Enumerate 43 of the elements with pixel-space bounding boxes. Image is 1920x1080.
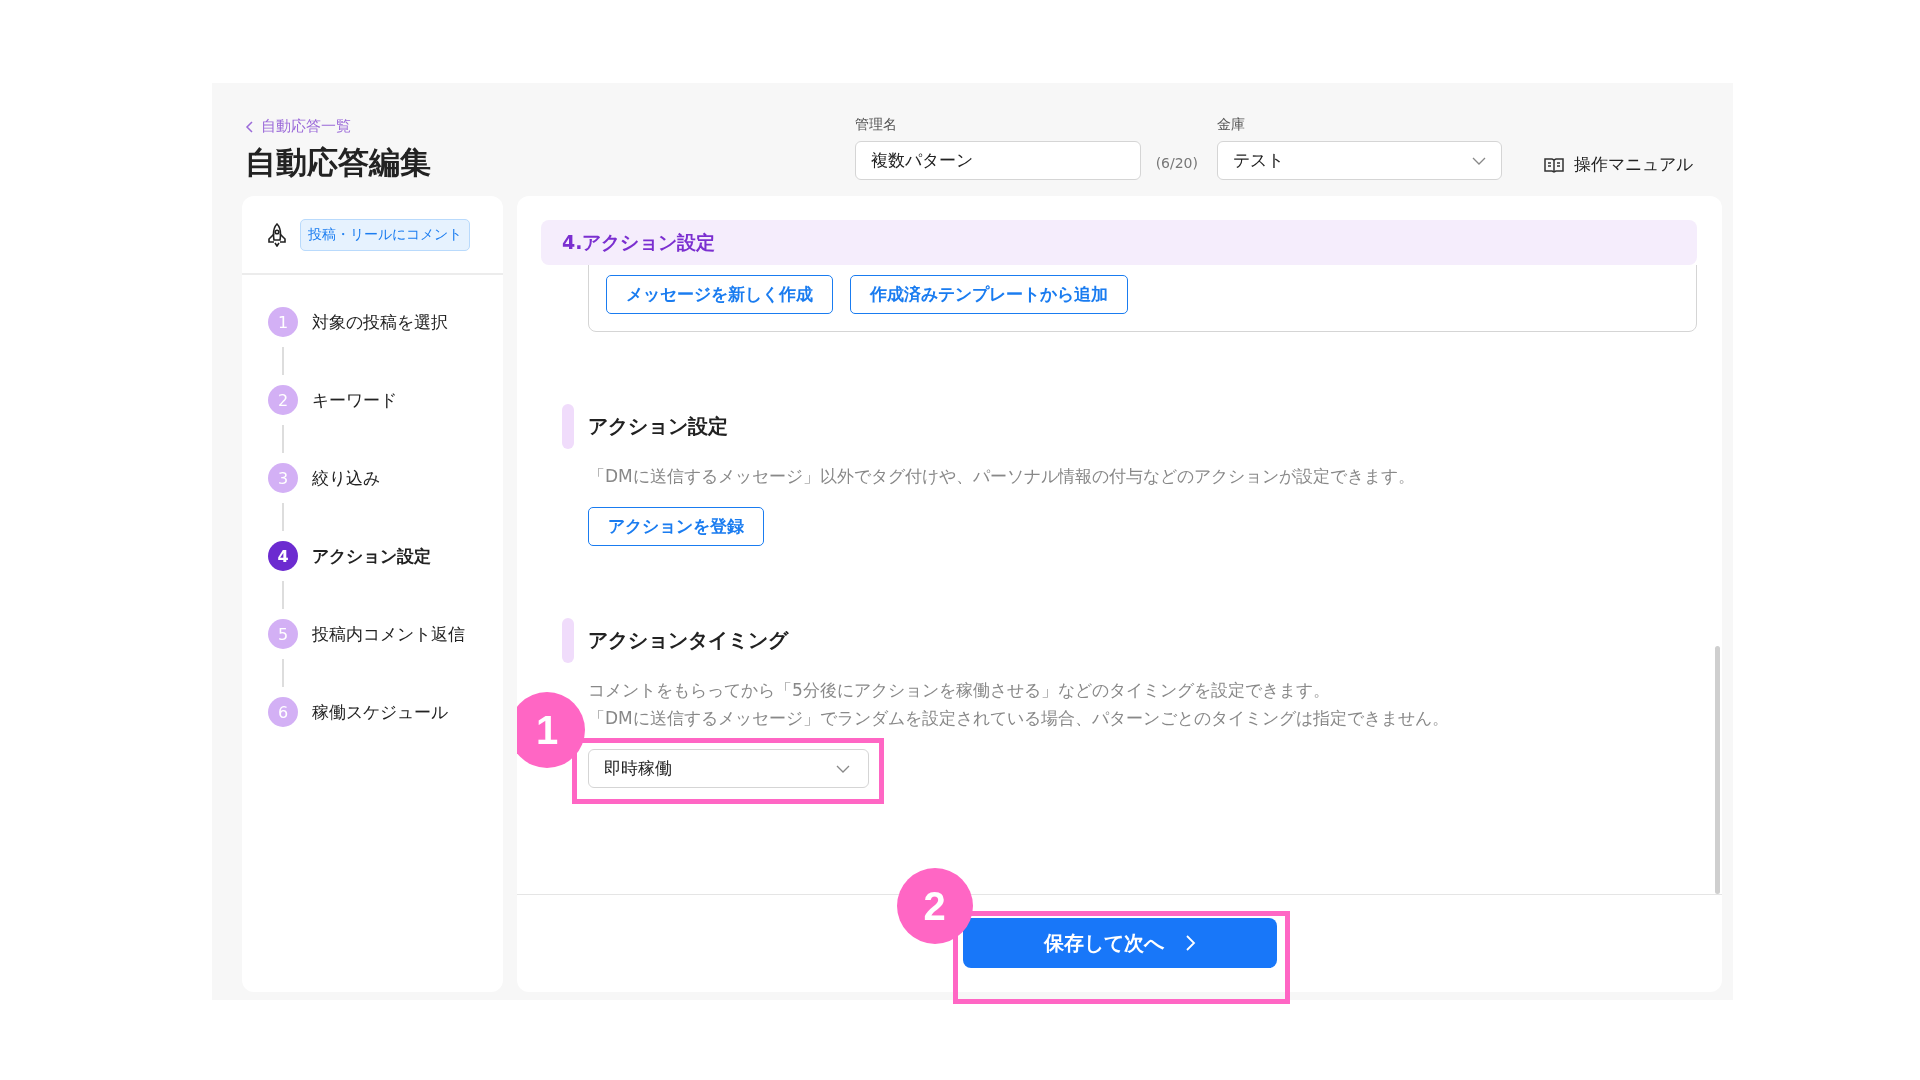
rocket-icon [266,222,288,247]
step-item[interactable]: 2 キーワード [268,385,503,415]
step-badge: 2 [896,868,973,944]
step-item[interactable]: 4 アクション設定 [268,541,503,571]
step-number: 2 [268,385,298,415]
chevron-left-icon [245,120,253,133]
timing-select[interactable]: 即時稼働 [588,749,869,788]
step-item[interactable]: 3 絞り込み [268,463,503,493]
back-link[interactable]: 自動応答一覧 [245,117,855,136]
section-header: 4.アクション設定 [541,220,1697,265]
block-heading: アクションタイミング [588,627,788,654]
scrollbar[interactable] [1715,646,1720,894]
description-text: 「DMに送信するメッセージ」以外でタグ付けや、パーソナル情報の付与などのアクションが設定できます。 [588,465,1416,488]
accent-bar [562,404,574,449]
save-next-button[interactable]: 保存して次へ [962,918,1277,968]
chevron-down-icon [836,764,850,773]
step-number: 6 [268,697,298,727]
outline-button[interactable]: 作成済みテンプレートから追加 [850,275,1128,314]
description-text: コメントをもらってから「5分後にアクションを稼働させる」などのタイミングを設定できます。 [588,679,1331,702]
page-title: 自動応答編集 [245,143,432,182]
register-action-button[interactable]: アクションを登録 [588,507,764,546]
field-label: 金庫 [1217,116,1246,134]
manual-link[interactable]: 操作マニュアル [1544,153,1693,176]
description-text: 「DMに送信するメッセージ」でランダムを設定されている場合、パターンごとのタイミングは指定できません。 [588,707,1450,730]
step-badge: 1 [517,692,585,768]
vault-select[interactable]: テスト [1217,141,1502,180]
char-counter: (6/20) [1155,155,1198,171]
step-item[interactable]: 5 投稿内コメント返信 [268,619,503,649]
step-item[interactable]: 1 対象の投稿を選択 [268,307,503,337]
trigger-tag: 投稿・リールにコメント [300,218,470,251]
chevron-down-icon [1472,156,1486,165]
step-number: 3 [268,463,298,493]
accent-bar [562,618,574,663]
step-number: 5 [268,619,298,649]
block-heading: アクション設定 [588,413,728,440]
book-icon [1544,156,1564,173]
step-number: 1 [268,307,298,337]
chevron-right-icon [1185,935,1196,951]
step-number: 4 [268,541,298,571]
outline-button[interactable]: メッセージを新しく作成 [606,275,833,314]
step-item[interactable]: 6 稼働スケジュール [268,697,503,727]
name-input[interactable]: 複数パターン [854,141,1141,180]
field-label: 管理名 [854,116,898,134]
